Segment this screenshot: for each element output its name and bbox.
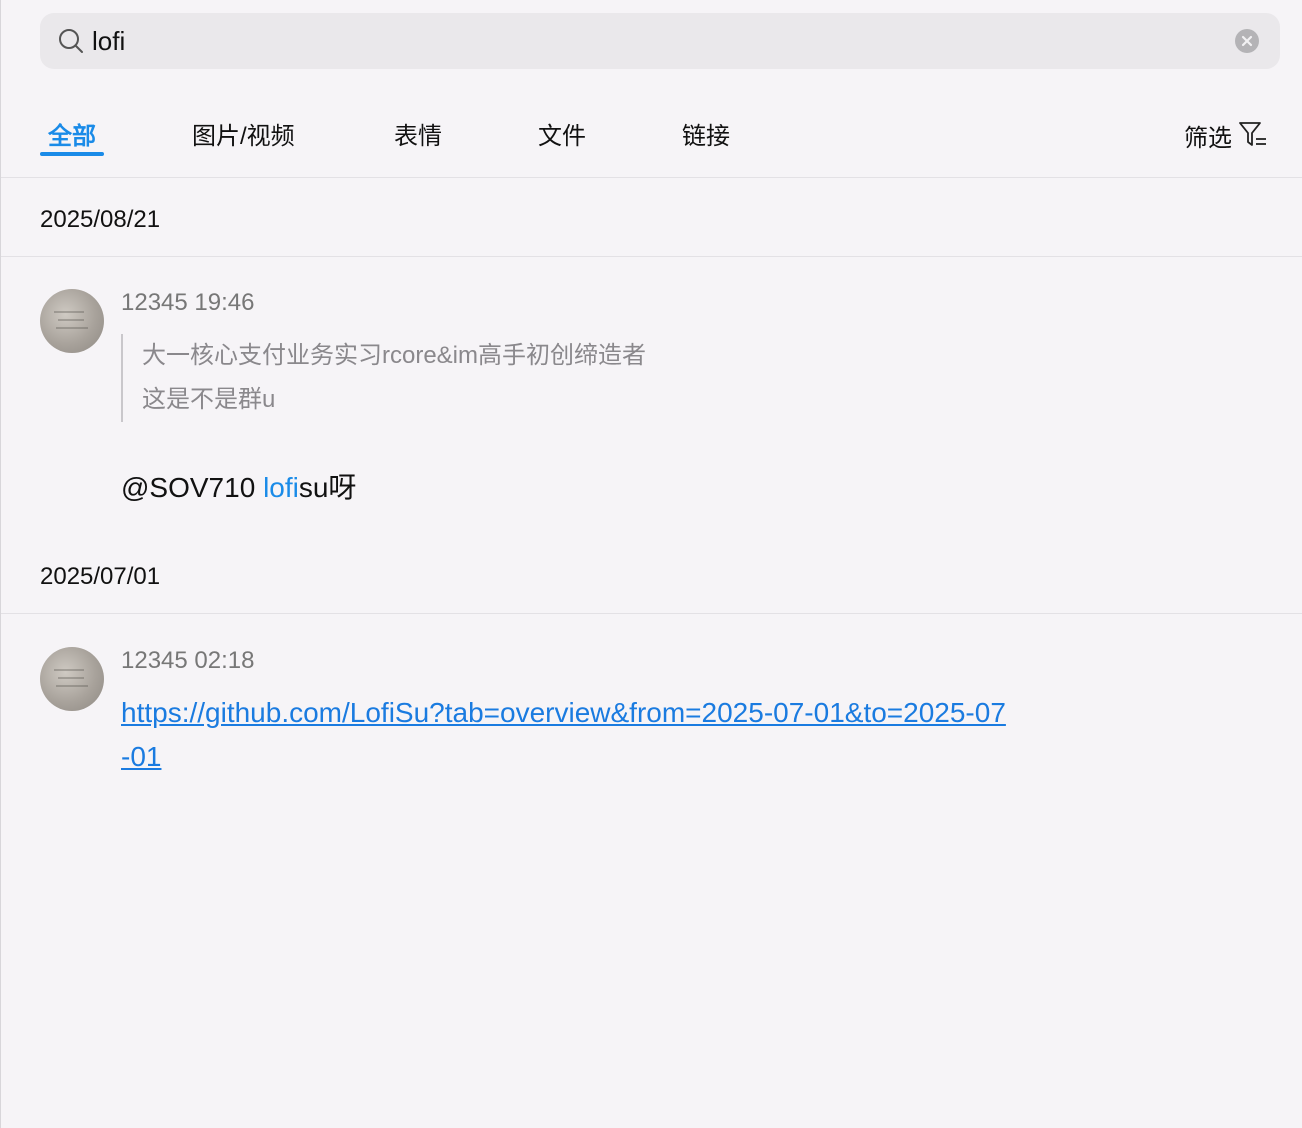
message-meta: 12345 19:46 <box>121 289 254 317</box>
tab-all[interactable]: 全部 <box>48 116 96 151</box>
date-header: 2025/08/21 <box>1 179 1302 257</box>
tab-images-videos[interactable]: 图片/视频 <box>192 116 295 151</box>
link-line: -01 <box>121 741 162 772</box>
message-time: 19:46 <box>194 289 255 316</box>
avatar[interactable] <box>40 647 104 711</box>
filter-icon[interactable] <box>1238 119 1268 149</box>
active-tab-indicator <box>40 152 104 156</box>
category-tabs: 全部 图片/视频 表情 文件 链接 筛选 <box>1 100 1302 178</box>
clear-icon <box>1241 35 1253 47</box>
quote-line: 这是不是群u <box>142 386 276 413</box>
tab-files[interactable]: 文件 <box>538 116 586 151</box>
date-label: 2025/08/21 <box>40 206 161 233</box>
quoted-message[interactable]: 大一核心支付业务实习rcore&im高手初创缔造者 这是不是群u <box>121 334 821 422</box>
chat-search-panel: 全部 图片/视频 表情 文件 链接 筛选 2025/08/21 12345 19… <box>0 0 1302 1128</box>
message-text[interactable]: @SOV710 lofisu呀 <box>121 466 356 506</box>
date-label: 2025/07/01 <box>40 563 161 590</box>
message-meta: 12345 02:18 <box>121 647 254 675</box>
tab-links[interactable]: 链接 <box>682 116 730 151</box>
sender-name: 12345 <box>121 289 188 316</box>
filter-button[interactable]: 筛选 <box>1184 118 1232 153</box>
date-header: 2025/07/01 <box>1 536 1302 614</box>
clear-search-button[interactable] <box>1235 29 1259 53</box>
search-bar[interactable] <box>40 13 1280 69</box>
link-line: https://github.com/LofiSu?tab=overview&f… <box>121 697 1006 728</box>
search-input[interactable] <box>92 21 1212 61</box>
message-text-before: @SOV710 <box>121 472 264 503</box>
quote-line: 大一核心支付业务实习rcore&im高手初创缔造者 <box>142 342 647 369</box>
sender-name: 12345 <box>121 647 188 674</box>
avatar[interactable] <box>40 289 104 353</box>
message-time: 02:18 <box>194 647 255 674</box>
message-text-after: su呀 <box>298 472 357 503</box>
message-link[interactable]: https://github.com/LofiSu?tab=overview&f… <box>121 691 1121 779</box>
tab-stickers[interactable]: 表情 <box>394 116 442 151</box>
search-icon <box>59 29 83 53</box>
search-highlight: lofi <box>263 472 299 503</box>
